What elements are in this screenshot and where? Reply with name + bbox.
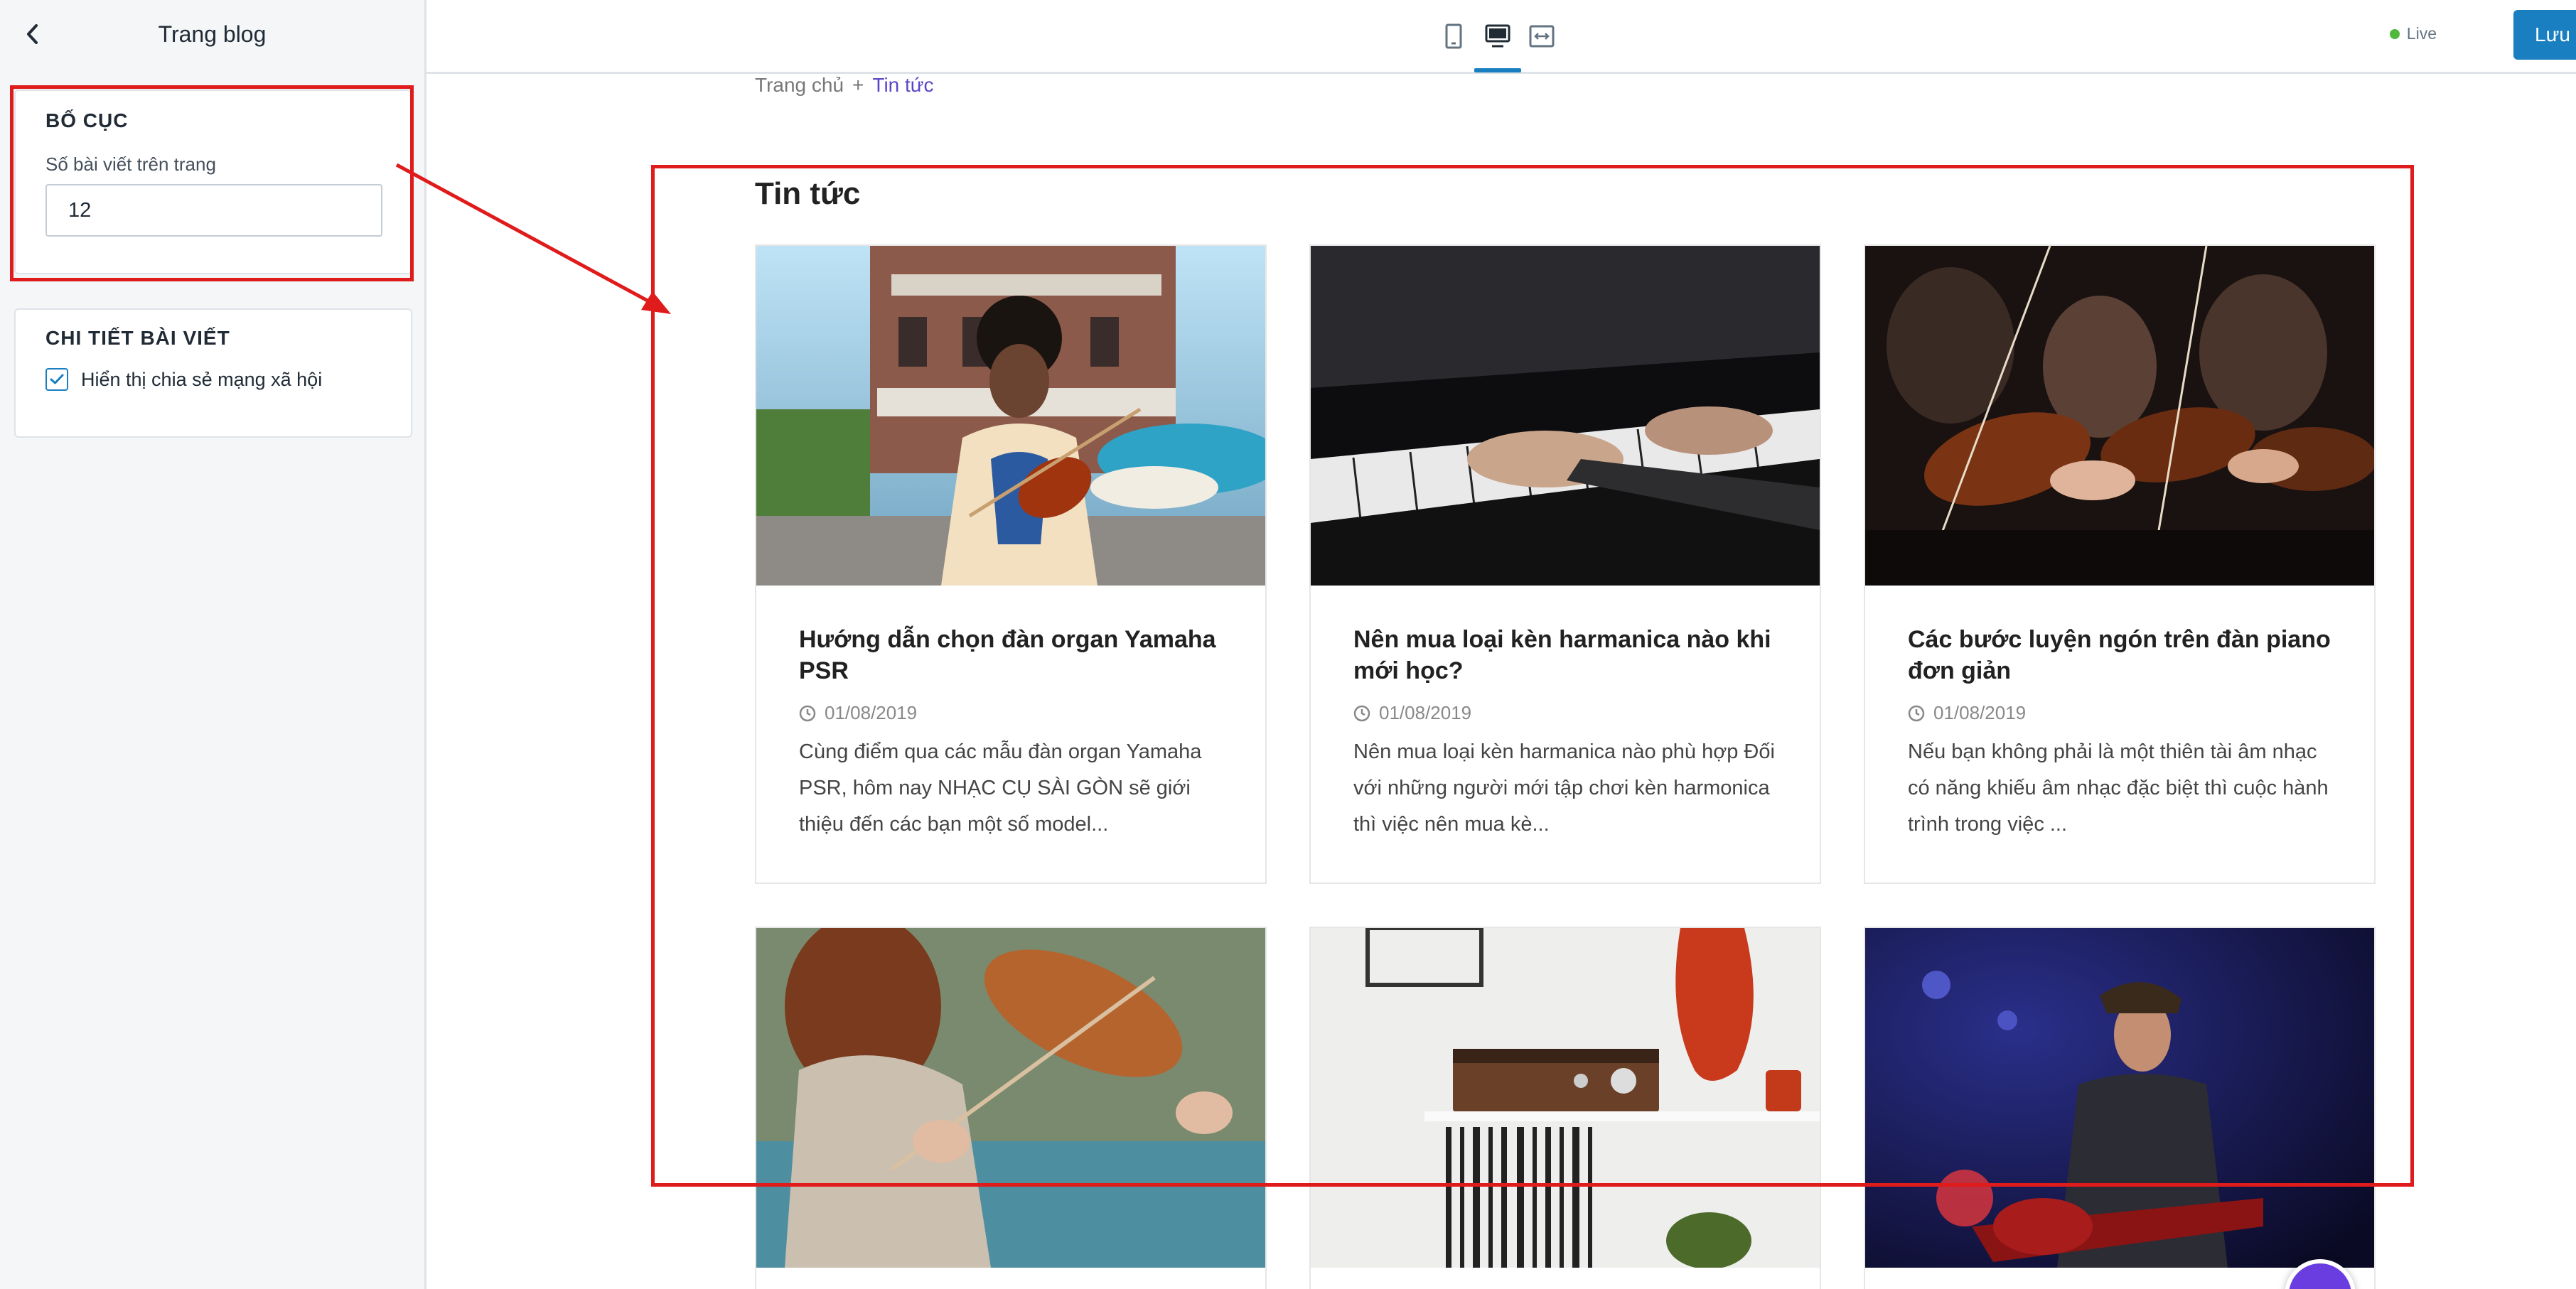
- orchestra-violins-photo: [1865, 246, 2374, 586]
- post-thumbnail[interactable]: [1311, 928, 1820, 1268]
- desktop-icon: [1485, 24, 1510, 48]
- post-title[interactable]: Các bước luyện ngón trên đàn piano đơn g…: [1908, 624, 2331, 686]
- post-date-text: 01/08/2019: [1379, 702, 1472, 723]
- blog-post-card[interactable]: [1309, 927, 1821, 1289]
- sidebar-header: Trang blog: [0, 0, 424, 68]
- fullwidth-icon: [1529, 25, 1555, 48]
- post-detail-heading: CHI TIẾT BÀI VIẾT: [45, 327, 230, 349]
- mobile-icon: [1445, 23, 1462, 49]
- editor-toolbar: Live Lưu: [426, 0, 2576, 74]
- desktop-view-button[interactable]: [1474, 17, 1521, 72]
- post-detail-section: CHI TIẾT BÀI VIẾT Hiển thị chia sẻ mạng …: [14, 308, 412, 438]
- post-excerpt: Nếu bạn không phải là một thiên tài âm n…: [1908, 740, 2329, 836]
- social-share-option[interactable]: Hiển thị chia sẻ mạng xã hội: [45, 368, 381, 391]
- violinist-street-photo: [756, 246, 1265, 586]
- post-title[interactable]: Hướng dẫn chọn đàn organ Yamaha PSR: [799, 624, 1223, 686]
- post-thumbnail[interactable]: [1311, 246, 1820, 586]
- piano-hands-photo: [1311, 246, 1820, 586]
- checkmark-icon: [50, 374, 64, 384]
- live-label: Live: [2406, 24, 2437, 43]
- chevron-left-icon: [27, 24, 38, 44]
- breadcrumb-home[interactable]: Trang chủ: [755, 74, 844, 97]
- record-player-photo: [1311, 928, 1820, 1268]
- save-button[interactable]: Lưu: [2513, 10, 2576, 60]
- post-thumbnail[interactable]: [756, 928, 1265, 1268]
- blog-post-card[interactable]: [755, 927, 1267, 1289]
- clock-icon: [1353, 705, 1370, 721]
- blog-post-card[interactable]: [1864, 927, 2376, 1289]
- posts-per-page-label: Số bài viết trên trang: [45, 153, 216, 175]
- guitarist-stage-photo: [1865, 928, 2374, 1268]
- live-status: Live: [2389, 24, 2437, 43]
- layout-section: BỐ CỤC Số bài viết trên trang: [14, 90, 412, 274]
- post-date: 01/08/2019: [1908, 702, 2331, 724]
- live-dot: [2389, 28, 2400, 39]
- post-date-text: 01/08/2019: [1933, 702, 2027, 723]
- blog-post-card[interactable]: Hướng dẫn chọn đàn organ Yamaha PSR 01/0…: [755, 244, 1267, 884]
- blog-post-card[interactable]: Các bước luyện ngón trên đàn piano đơn g…: [1864, 244, 2376, 884]
- breadcrumb-current[interactable]: Tin tức: [872, 74, 933, 97]
- blog-title: Tin tức: [755, 176, 861, 211]
- blog-post-card[interactable]: Nên mua loại kèn harmanica nào khi mới h…: [1309, 244, 1821, 884]
- post-excerpt: Cùng điểm qua các mẫu đàn organ Yamaha P…: [799, 740, 1202, 836]
- post-date: 01/08/2019: [1353, 702, 1777, 724]
- post-thumbnail[interactable]: [756, 246, 1265, 586]
- back-button[interactable]: [17, 18, 48, 50]
- post-thumbnail[interactable]: [1865, 928, 2374, 1268]
- breadcrumb-separator: +: [852, 74, 864, 96]
- post-thumbnail[interactable]: [1865, 246, 2374, 586]
- theme-editor-sidebar: Trang blog BỐ CỤC Số bài viết trên trang…: [0, 0, 426, 1289]
- mobile-view-button[interactable]: [1434, 17, 1473, 55]
- post-date-text: 01/08/2019: [825, 702, 918, 723]
- fullwidth-view-button[interactable]: [1523, 17, 1561, 55]
- social-share-label: Hiển thị chia sẻ mạng xã hội: [81, 368, 323, 390]
- clock-icon: [799, 705, 816, 721]
- post-excerpt: Nên mua loại kèn harmanica nào phù hợp Đ…: [1353, 740, 1775, 836]
- sidebar-title: Trang blog: [158, 21, 267, 47]
- woman-violin-photo: [756, 928, 1265, 1268]
- layout-section-heading: BỐ CỤC: [45, 109, 129, 131]
- breadcrumb: Trang chủ + Tin tức: [755, 74, 934, 97]
- social-share-checkbox[interactable]: [45, 368, 68, 391]
- post-date: 01/08/2019: [799, 702, 1223, 724]
- post-title[interactable]: Nên mua loại kèn harmanica nào khi mới h…: [1353, 624, 1777, 686]
- clock-icon: [1908, 705, 1925, 721]
- posts-per-page-input[interactable]: [45, 184, 382, 237]
